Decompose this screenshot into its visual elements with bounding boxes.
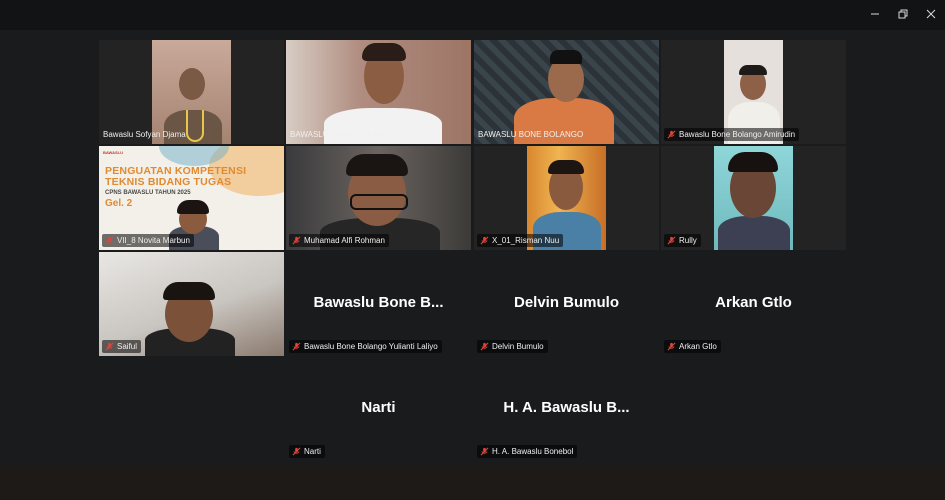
close-icon[interactable]	[919, 4, 943, 24]
participant-tile[interactable]: Rully	[661, 146, 846, 250]
participant-display-name: H. A. Bawaslu B...	[503, 398, 630, 416]
participant-name-label: Arkan Gtlo	[664, 340, 721, 353]
participant-name-label: Rully	[664, 234, 701, 247]
mic-muted-icon	[480, 447, 489, 456]
participant-name-label: Bawaslu Bone Bolango Yulianti Laliyo	[289, 340, 442, 353]
participant-tile[interactable]: Muhamad Alfi Rohman	[286, 146, 471, 250]
slide-gel: Gel. 2	[105, 198, 133, 209]
participant-name-label: X_01_Risman Nuu	[477, 234, 564, 247]
participant-tile-no-video[interactable]: Delvin Bumulo Delvin Bumulo	[474, 252, 659, 356]
mic-muted-icon	[480, 236, 489, 245]
participant-tile[interactable]: X_01_Risman Nuu	[474, 146, 659, 250]
participant-name-label: BAWASLU BONE BOLANGO	[290, 130, 396, 139]
mic-muted-icon	[667, 236, 676, 245]
participant-name-label: Bawaslu Bone Bolango Amirudin	[664, 128, 800, 141]
mic-muted-icon	[667, 342, 676, 351]
participant-display-name: Delvin Bumulo	[513, 293, 620, 311]
participant-name-label: Bawaslu Sofyan Djama	[103, 130, 186, 139]
participant-display-name: Arkan Gtlo	[715, 293, 792, 311]
slide-title: PENGUATAN KOMPETENSI TEKNIS BIDANG TUGAS	[105, 165, 247, 188]
participant-display-name: Narti	[361, 398, 396, 416]
participant-name-label: Saiful	[102, 340, 142, 353]
mic-muted-icon	[667, 130, 676, 139]
participant-tile-no-video[interactable]: H. A. Bawaslu B... H. A. Bawaslu Bonebol	[474, 357, 659, 461]
participant-name-label: H. A. Bawaslu Bonebol	[477, 445, 578, 458]
participant-name-label: BAWASLU BONE BOLANGO	[478, 130, 584, 139]
participant-tile-no-video[interactable]: Narti Narti	[286, 357, 471, 461]
participant-tile[interactable]: Saiful	[99, 252, 284, 356]
mic-muted-icon	[105, 236, 114, 245]
participant-tile-active-speaker[interactable]: BAWASLU BONE BOLANGO	[286, 40, 471, 144]
participant-tile-no-video[interactable]: Arkan Gtlo Arkan Gtlo	[661, 252, 846, 356]
slide-logo: BAWASLU	[103, 150, 123, 155]
slide-subtitle: CPNS BAWASLU TAHUN 2025	[105, 190, 191, 196]
participant-tile[interactable]: Bawaslu Sofyan Djama	[99, 40, 284, 144]
mic-muted-icon	[480, 342, 489, 351]
participant-tile-no-video[interactable]: Bawaslu Bone B... Bawaslu Bone Bolango Y…	[286, 252, 471, 356]
window-titlebar	[0, 0, 945, 30]
participant-name-label: Muhamad Alfi Rohman	[289, 234, 389, 247]
mic-muted-icon	[292, 342, 301, 351]
restore-icon[interactable]	[891, 4, 915, 24]
participant-tile-screen-share[interactable]: BAWASLU PENGUATAN KOMPETENSI TEKNIS BIDA…	[99, 146, 284, 250]
mic-muted-icon	[105, 342, 114, 351]
minimize-icon[interactable]	[863, 4, 887, 24]
mic-muted-icon	[292, 447, 301, 456]
participant-name-label: Narti	[289, 445, 325, 458]
participant-name-label: Delvin Bumulo	[477, 340, 548, 353]
participant-name-label: VII_8 Novita Marbun	[102, 234, 194, 247]
meeting-controls-bar	[0, 465, 945, 500]
participant-tile[interactable]: BAWASLU BONE BOLANGO	[474, 40, 659, 144]
mic-muted-icon	[292, 236, 301, 245]
participant-tile[interactable]: Bawaslu Bone Bolango Amirudin	[661, 40, 846, 144]
participant-video	[714, 146, 793, 250]
participant-display-name: Bawaslu Bone B...	[313, 293, 444, 311]
